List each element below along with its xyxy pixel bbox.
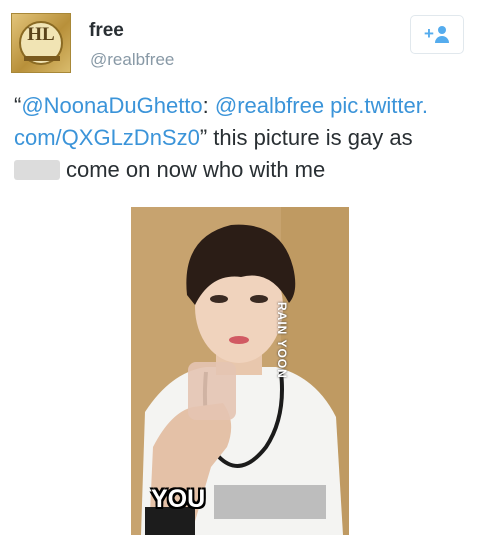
photo-watermark: RAIN YOON	[275, 302, 289, 379]
user-display-name[interactable]: free	[89, 20, 124, 42]
plus-icon: +	[424, 24, 434, 43]
censored-caption	[214, 485, 326, 519]
tweet-text-rest: ” this picture is gay as	[199, 125, 413, 150]
tweet-text: “@NoonaDuGhetto: @realbfree pic.twitter.…	[14, 90, 470, 186]
colon: :	[202, 93, 215, 118]
follow-button[interactable]: +	[410, 15, 464, 54]
censored-word	[14, 160, 60, 180]
mention-realbfree[interactable]: @realbfree	[215, 93, 324, 118]
follow-user-icon	[438, 26, 446, 34]
censored-gesture	[188, 362, 236, 420]
photo-caption: YOU	[151, 485, 206, 513]
avatar-monogram: HL	[27, 24, 55, 45]
media-link-part2[interactable]: com/QXGLzDnSz0	[14, 125, 200, 150]
user-handle[interactable]: @realbfree	[90, 50, 174, 70]
tweet-text-end: come on now who with me	[66, 157, 326, 182]
mention-noonadughetto[interactable]: @NoonaDuGhetto	[21, 93, 202, 118]
media-link-part1[interactable]: pic.twitter.	[324, 93, 428, 118]
follow-user-icon-body	[435, 36, 449, 43]
avatar-band	[24, 56, 60, 61]
avatar[interactable]: HL	[11, 13, 71, 73]
